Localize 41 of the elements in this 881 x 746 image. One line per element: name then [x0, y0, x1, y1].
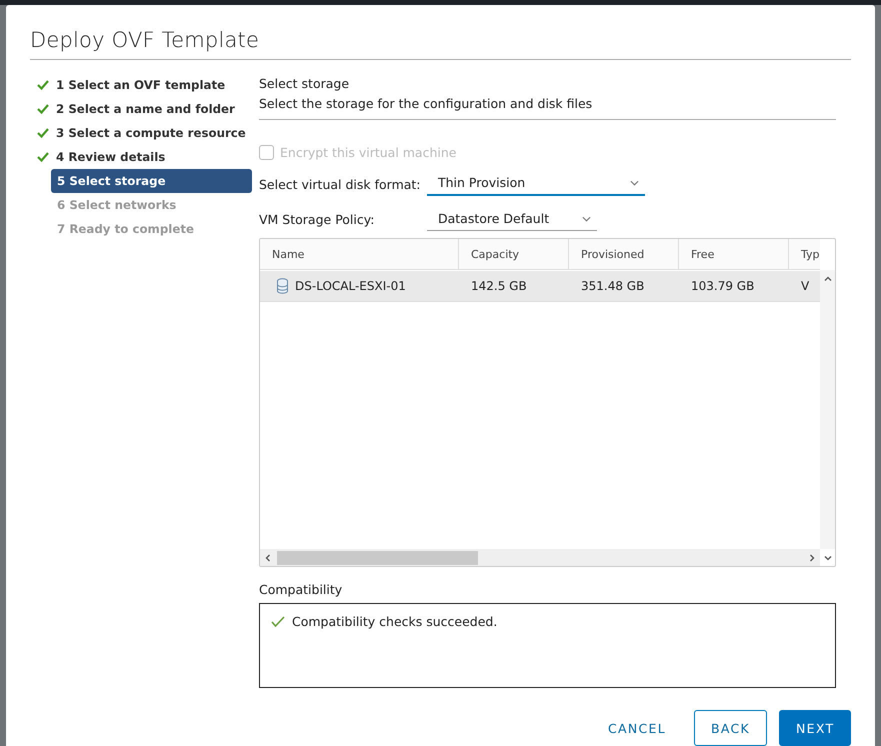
column-header[interactable]: Name — [260, 239, 459, 269]
wizard-step[interactable]: 3 Select a compute resource — [36, 121, 252, 145]
database-icon — [276, 278, 289, 294]
check-icon — [37, 127, 49, 139]
field-label: Select virtual disk format: — [259, 176, 422, 192]
horizontal-scrollbar[interactable] — [260, 549, 820, 566]
dropdown[interactable]: Thin Provision — [427, 172, 645, 196]
field-label: VM Storage Policy: — [259, 212, 376, 227]
wizard-step[interactable]: 5 Select storage — [51, 169, 252, 193]
section-description: Select the storage for the configuration and disk files — [259, 96, 836, 120]
column-header[interactable]: Typ — [789, 239, 820, 269]
dialog-button[interactable]: CANCEL — [592, 710, 682, 746]
section-heading: Select storage — [259, 76, 350, 91]
dropdown[interactable]: Datastore Default — [427, 208, 597, 231]
chevron-left-icon — [264, 554, 272, 562]
table-cell: DS-LOCAL-ESXI-01 — [295, 279, 406, 293]
check-icon — [271, 616, 285, 627]
dialog-title: Deploy OVF Template — [30, 5, 851, 60]
chevron-up-icon — [824, 275, 832, 283]
check-icon — [37, 79, 49, 91]
check-icon — [37, 103, 49, 115]
chevron-down-icon — [630, 180, 639, 186]
column-header[interactable]: Free — [679, 239, 789, 269]
check-icon — [37, 151, 49, 163]
wizard-step[interactable]: 2 Select a name and folder — [36, 97, 252, 121]
field-label: Compatibility — [259, 582, 344, 597]
chevron-down-icon — [824, 554, 832, 562]
dialog-button[interactable]: BACK — [694, 710, 767, 746]
table-cell-text: 351.48 GB — [580, 278, 646, 295]
column-header[interactable]: Provisioned — [569, 239, 679, 269]
chevron-right-icon — [808, 554, 816, 562]
wizard-step[interactable]: 1 Select an OVF template — [36, 73, 252, 97]
dialog-button[interactable]: NEXT — [779, 710, 851, 746]
column-header[interactable]: Capacity — [459, 239, 569, 269]
wizard-step[interactable]: 4 Review details — [36, 145, 252, 169]
compatibility-message: Compatibility checks succeeded. — [292, 614, 498, 629]
chevron-down-icon — [582, 216, 591, 222]
table-cell-text: 142.5 GB — [470, 278, 528, 295]
table-cell-text: V — [800, 278, 810, 295]
table-row[interactable]: DS-LOCAL-ESXI-01 142.5 GB 351.48 GB 103.79 GB V — [260, 271, 820, 302]
table-cell-text: 103.79 GB — [690, 278, 756, 295]
